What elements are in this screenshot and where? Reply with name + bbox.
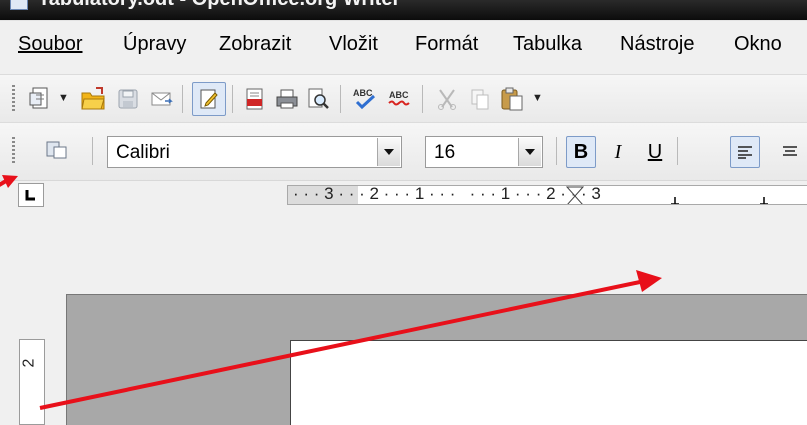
formatting-toolbar: Calibri 16 B I U bbox=[0, 122, 807, 181]
menu-zobrazit[interactable]: Zobrazit bbox=[219, 33, 291, 56]
tab-stop-icon[interactable] bbox=[758, 196, 770, 205]
menu-upravy[interactable]: Úpravy bbox=[123, 33, 186, 56]
menu-format[interactable]: Formát bbox=[415, 33, 478, 56]
toolbar-separator bbox=[232, 85, 233, 113]
menu-vlozit[interactable]: Vložit bbox=[329, 33, 378, 56]
menu-okno[interactable]: Okno bbox=[734, 33, 782, 56]
toolbar-separator bbox=[340, 85, 341, 113]
toolbar-separator bbox=[182, 85, 183, 113]
cut-icon[interactable] bbox=[432, 84, 462, 114]
new-document-icon[interactable] bbox=[25, 84, 55, 114]
ruler-scale: · · · 3 · · · 2 · · · 1 · · · · · · 1 · … bbox=[293, 185, 601, 203]
toolbar-grip[interactable] bbox=[12, 137, 15, 165]
svg-text:ABC: ABC bbox=[353, 88, 373, 98]
autospellcheck-icon[interactable]: ABC bbox=[385, 84, 415, 114]
spellcheck-icon[interactable]: ABC bbox=[350, 84, 380, 114]
underline-button[interactable]: U bbox=[640, 136, 670, 168]
vertical-ruler[interactable]: 2 bbox=[19, 339, 45, 425]
font-size-combo[interactable]: 16 bbox=[425, 136, 543, 168]
tab-stop-icon[interactable] bbox=[669, 196, 681, 205]
bold-button[interactable]: B bbox=[566, 136, 596, 168]
left-tab-icon bbox=[25, 190, 35, 201]
page-preview-icon[interactable] bbox=[303, 84, 333, 114]
export-pdf-icon[interactable] bbox=[240, 84, 270, 114]
print-icon[interactable] bbox=[272, 84, 302, 114]
new-dropdown-arrow[interactable]: ▼ bbox=[58, 92, 69, 104]
save-icon[interactable] bbox=[113, 84, 143, 114]
menu-nastroje[interactable]: Nástroje bbox=[620, 33, 694, 56]
open-folder-icon[interactable] bbox=[78, 84, 108, 114]
horizontal-ruler[interactable]: · · · 3 · · · 2 · · · 1 · · · · · · 1 · … bbox=[287, 185, 807, 205]
align-center-icon[interactable] bbox=[776, 137, 804, 167]
document-page[interactable] bbox=[290, 340, 807, 425]
email-icon[interactable] bbox=[147, 84, 177, 114]
toolbar-separator bbox=[92, 137, 93, 165]
menu-soubor[interactable]: Soubor bbox=[18, 33, 83, 56]
chevron-down-icon[interactable] bbox=[377, 138, 400, 166]
svg-text:ABC: ABC bbox=[389, 90, 409, 100]
edit-file-icon[interactable] bbox=[192, 82, 226, 116]
copy-icon[interactable] bbox=[465, 84, 495, 114]
font-name-value: Calibri bbox=[116, 142, 170, 163]
menu-tabulka[interactable]: Tabulka bbox=[513, 33, 582, 56]
italic-button[interactable]: I bbox=[603, 136, 633, 168]
paste-icon[interactable] bbox=[497, 84, 527, 114]
toolbar-separator bbox=[422, 85, 423, 113]
toolbar-grip[interactable] bbox=[12, 85, 15, 113]
font-name-combo[interactable]: Calibri bbox=[107, 136, 402, 168]
indent-marker-icon[interactable] bbox=[566, 186, 584, 205]
styles-icon[interactable] bbox=[42, 135, 72, 165]
vertical-ruler-number: 2 bbox=[20, 358, 38, 368]
writer-window: Tabulátory.odt - OpenOffice.org Writer S… bbox=[0, 0, 807, 425]
toolbar-separator bbox=[677, 137, 678, 165]
font-size-value: 16 bbox=[434, 142, 456, 163]
align-left-icon[interactable] bbox=[730, 136, 760, 168]
paste-dropdown-arrow[interactable]: ▼ bbox=[532, 92, 543, 104]
tab-type-selector[interactable] bbox=[18, 183, 44, 207]
window-title: Tabulátory.odt - OpenOffice.org Writer bbox=[38, 0, 400, 11]
chevron-down-icon[interactable] bbox=[518, 138, 541, 166]
standard-toolbar: ▼ ABC ABC ▼ bbox=[0, 74, 807, 123]
toolbar-separator bbox=[556, 137, 557, 165]
title-bar: Tabulátory.odt - OpenOffice.org Writer bbox=[0, 0, 807, 20]
menu-bar: Soubor Úpravy Zobrazit Vložit Formát Tab… bbox=[0, 20, 807, 75]
document-icon bbox=[10, 0, 28, 10]
